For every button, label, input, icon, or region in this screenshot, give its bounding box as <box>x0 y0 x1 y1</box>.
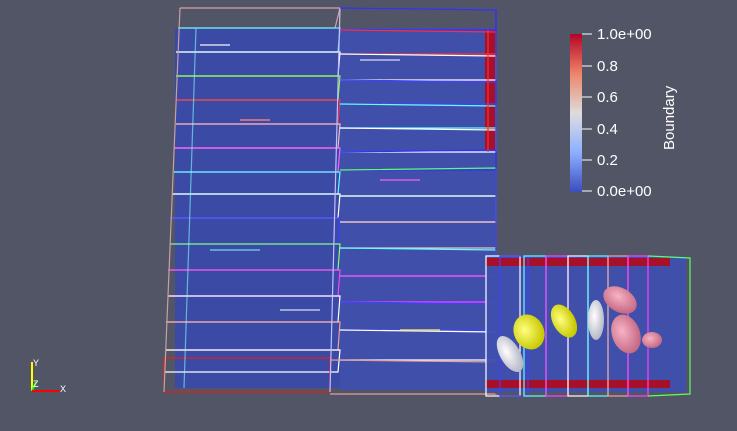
colorbar-tick-label: 0.8 <box>597 58 618 75</box>
mesh-block-left <box>163 7 497 395</box>
mesh-block-right <box>485 255 691 397</box>
colorbar: 1.0e+00 0.8 0.6 0.4 0.2 0.0e+00 <box>570 26 652 200</box>
colorbar-tick-label: 0.4 <box>597 121 618 138</box>
axis-x-label: X <box>60 384 66 394</box>
orientation-axes: Y Z X <box>31 358 66 394</box>
colorbar-title: Boundary <box>661 85 678 150</box>
render-viewport[interactable]: 1.0e+00 0.8 0.6 0.4 0.2 0.0e+00 Y Z X <box>0 0 737 431</box>
colorbar-tick-label: 1.0e+00 <box>597 26 652 43</box>
axis-z-label: Z <box>33 379 39 389</box>
colorbar-tick-label: 0.6 <box>597 89 618 106</box>
colorbar-tick-label: 0.2 <box>597 152 618 169</box>
colorbar-tick-label: 0.0e+00 <box>597 183 652 200</box>
axis-y-label: Y <box>33 358 39 368</box>
colorbar-gradient <box>570 34 582 192</box>
